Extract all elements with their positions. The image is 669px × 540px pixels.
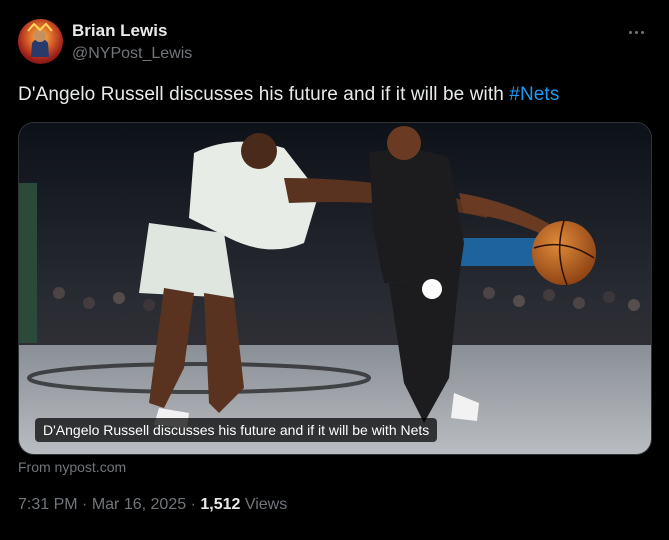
tweet-text: D'Angelo Russell discusses his future an… — [18, 84, 559, 106]
hashtag-link[interactable]: #Nets — [509, 84, 559, 105]
media-caption: D'Angelo Russell discusses his future an… — [35, 418, 438, 442]
views-count: 1,512 — [200, 496, 241, 513]
author-display-name[interactable]: Brian Lewis — [72, 21, 167, 41]
tweet-date[interactable]: Mar 16, 2025 — [92, 496, 186, 513]
meta-separator: · — [190, 496, 196, 513]
tweet-text-body: D'Angelo Russell discusses his future an… — [18, 84, 510, 105]
views-label: Views — [244, 496, 288, 513]
avatar[interactable] — [18, 19, 63, 64]
link-source[interactable]: From nypost.com — [18, 459, 126, 475]
author-handle[interactable]: @NYPost_Lewis — [72, 45, 192, 63]
tweet-meta: 7:31 PM · Mar 16, 2025 · 1,512 Views — [18, 496, 287, 514]
basketball-photo — [19, 123, 651, 454]
media-card[interactable]: D'Angelo Russell discusses his future an… — [18, 122, 652, 455]
tweet-time[interactable]: 7:31 PM — [18, 496, 78, 513]
more-horizontal-icon[interactable] — [625, 22, 647, 42]
meta-separator: · — [82, 496, 88, 513]
